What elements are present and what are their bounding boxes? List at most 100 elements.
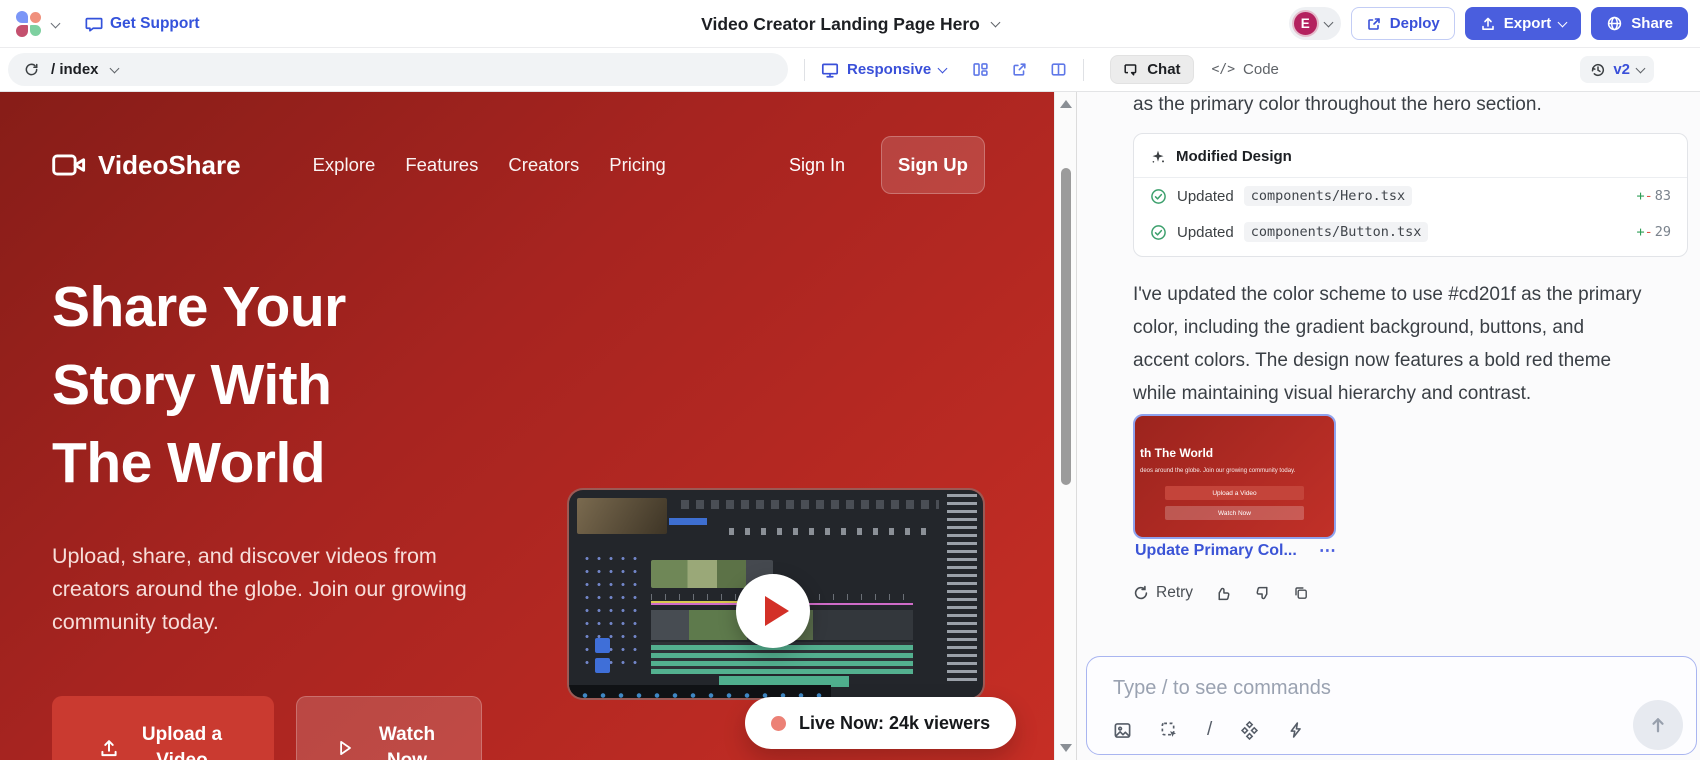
scroll-down-arrow-icon[interactable] [1060,744,1072,752]
message-line-1: I've updated the color scheme to use #cd… [1133,278,1698,311]
live-badge-label: Live Now: 24k viewers [799,713,990,734]
file-update-row[interactable]: Updated components/Button.tsx +-29 [1134,214,1687,256]
message-actions: Retry [1133,584,1309,602]
open-in-new-icon[interactable] [1011,61,1028,78]
send-button[interactable] [1633,700,1683,750]
chat-input[interactable] [1113,677,1533,700]
nav-link-explore[interactable]: Explore [313,154,376,176]
components-icon[interactable] [972,61,989,78]
message-line-3: accent colors. The design now features a… [1133,344,1698,377]
chat-input-box[interactable]: / [1086,656,1697,755]
thumbs-down-icon[interactable] [1254,585,1271,602]
version-thumbnail[interactable]: th The World deos around the globe. Join… [1133,414,1336,539]
version-caption[interactable]: Update Primary Col... [1135,542,1297,560]
slash-command-icon[interactable]: / [1207,719,1212,741]
upload-video-button[interactable]: Upload a Video [52,696,274,760]
chat-panel: as the primary color throughout the hero… [1076,92,1700,760]
version-chevron-icon [1636,63,1646,73]
hero-heading-line-2: Story With [52,346,346,424]
support-bubble-icon [85,15,103,33]
sign-up-label: Sign Up [898,154,968,176]
editor-decor [577,498,667,534]
get-support-link[interactable]: Get Support [85,15,200,33]
site-nav-links: Explore Features Creators Pricing [313,154,666,176]
retry-label: Retry [1156,584,1193,602]
diff-stat: +-29 [1636,224,1671,240]
file-chip: components/Hero.tsx [1244,186,1412,206]
live-dot-icon [771,716,786,731]
copy-icon[interactable] [1293,585,1309,601]
deploy-button[interactable]: Deploy [1351,7,1455,40]
nav-link-features[interactable]: Features [405,154,478,176]
nav-link-creators[interactable]: Creators [508,154,579,176]
lightning-icon[interactable] [1287,721,1305,739]
thumb-mini-watch-button: Watch Now [1165,506,1304,520]
editor-decor [681,500,939,509]
preview-scrollbar[interactable] [1054,92,1076,760]
device-selector[interactable]: Responsive [821,61,946,79]
export-chevron-icon [1558,17,1568,27]
page-path: / index [51,61,99,78]
watch-now-button[interactable]: Watch Now [296,696,482,760]
scrollbar-thumb[interactable] [1061,168,1071,485]
editor-decor [581,552,643,674]
modified-design-title: Modified Design [1176,148,1292,165]
history-icon [1590,62,1606,78]
brand-name: VideoShare [98,150,241,181]
path-chevron-icon[interactable] [109,63,119,73]
version-menu-dots-icon[interactable]: ⋯ [1319,541,1337,561]
version-label: v2 [1613,61,1630,78]
share-button[interactable]: Share [1591,7,1688,40]
chat-tab-label: Chat [1147,61,1180,78]
file-update-row[interactable]: Updated components/Hero.tsx +-83 [1134,178,1687,214]
modified-design-card: Modified Design Updated components/Hero.… [1133,133,1688,257]
hero-heading-line-1: Share Your [52,268,346,346]
tab-chat[interactable]: Chat [1110,55,1193,84]
version-caption-row: Update Primary Col... ⋯ [1135,541,1337,561]
share-label: Share [1631,15,1673,32]
code-tab-label: Code [1243,61,1279,78]
app-logo[interactable] [16,11,42,37]
assistant-message: I've updated the color scheme to use #cd… [1133,278,1698,410]
split-view-icon[interactable] [1050,61,1067,78]
select-element-icon[interactable] [1160,721,1179,740]
tab-code[interactable]: </> Code [1212,61,1279,78]
sign-up-button[interactable]: Sign Up [881,136,985,194]
video-camera-icon [52,152,86,178]
title-chevron-icon [990,18,1000,28]
code-icon: </> [1212,62,1235,77]
account-chevron-icon [1323,17,1333,27]
thumbs-up-icon[interactable] [1215,585,1232,602]
diff-minus: - [1645,188,1653,204]
thumb-mini-upload-button: Upload a Video [1165,486,1304,500]
device-chevron-icon [938,63,948,73]
url-bar[interactable]: / index [8,53,788,86]
thumb-mini-subtext: deos around the globe. Join our growing … [1140,468,1295,474]
site-brand[interactable]: VideoShare [52,150,241,181]
sign-in-link[interactable]: Sign In [789,155,845,176]
retry-button[interactable]: Retry [1133,584,1193,602]
scroll-up-arrow-icon[interactable] [1060,100,1072,108]
diff-count: 29 [1655,224,1671,240]
support-label: Get Support [110,15,200,33]
globe-icon [1606,15,1623,32]
header-actions: E Deploy Export Share [1289,7,1688,40]
thumb-mini-heading: th The World [1140,446,1213,460]
logo-chevron-icon[interactable] [51,19,61,29]
preview-pane: VideoShare Explore Features Creators Pri… [0,92,1054,760]
message-line-2: color, including the gradient background… [1133,311,1698,344]
play-button[interactable] [736,574,810,648]
diamonds-icon[interactable] [1240,721,1259,740]
image-icon[interactable] [1113,721,1132,740]
toolbar-divider [804,59,805,81]
editor-decor [595,638,610,653]
row-action: Updated [1177,224,1234,241]
version-selector[interactable]: v2 [1580,56,1654,83]
diff-minus: - [1645,224,1653,240]
check-circle-icon [1150,224,1167,241]
export-button[interactable]: Export [1465,7,1582,40]
refresh-icon[interactable] [24,62,39,77]
account-menu[interactable]: E [1289,7,1341,40]
hero-subheading: Upload, share, and discover videos from … [52,540,488,639]
nav-link-pricing[interactable]: Pricing [609,154,666,176]
